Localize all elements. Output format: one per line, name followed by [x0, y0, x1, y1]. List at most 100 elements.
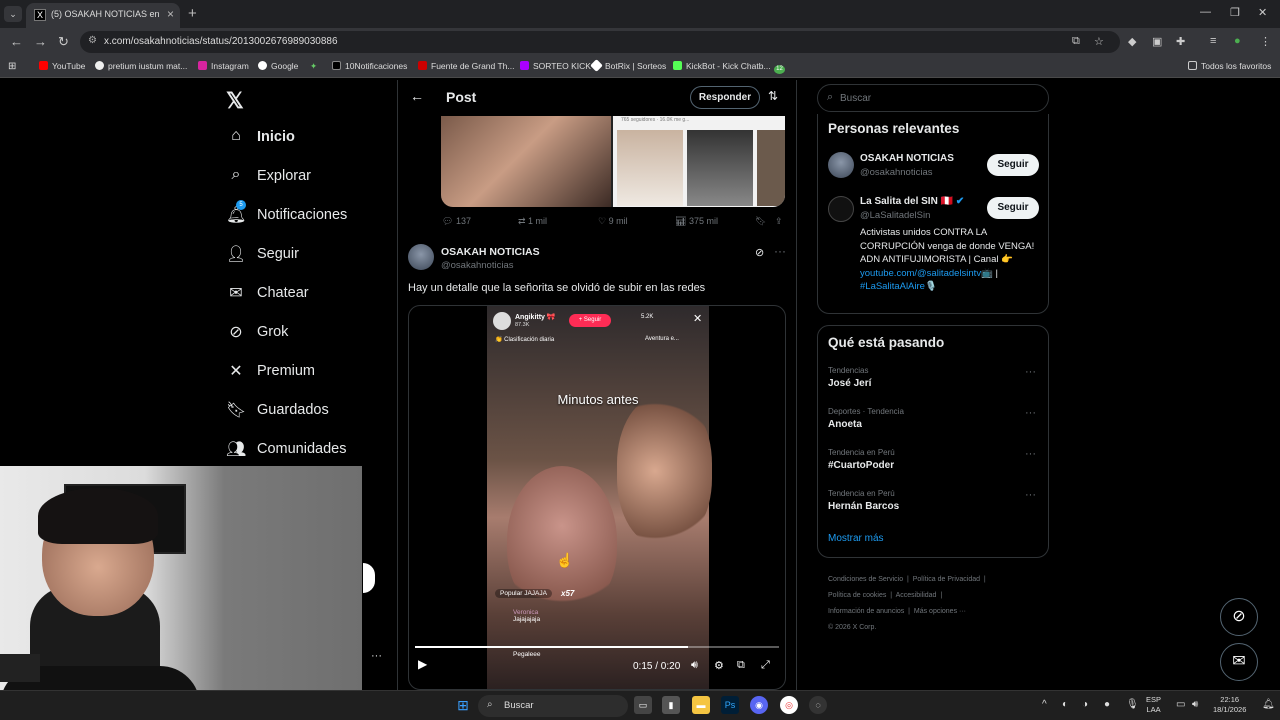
follow-button[interactable]: Seguir	[987, 154, 1039, 176]
discord-icon[interactable]: ◉	[750, 696, 768, 714]
tray-app-icon[interactable]: ◑	[1082, 699, 1088, 710]
notifications-icon[interactable]: 🔔︎	[1262, 699, 1275, 710]
person-handle[interactable]: @LaSalitadelSin	[860, 210, 930, 221]
sidebar-item-premium[interactable]: ✕ Premium	[226, 354, 406, 390]
back-button[interactable]: ←	[10, 34, 23, 49]
grok-icon[interactable]: ⊘	[755, 246, 764, 259]
trend-item[interactable]: Deportes · Tendencia Anoeta ···	[828, 407, 1038, 430]
reply-action[interactable]: 💬︎ 137	[442, 216, 471, 227]
extensions-puzzle-icon[interactable]: ✚	[1176, 35, 1185, 48]
x-logo-icon[interactable]: 𝕏	[226, 88, 244, 114]
bookmark-youtube[interactable]: YouTube	[39, 61, 85, 71]
star-icon[interactable]: ☆	[1094, 35, 1104, 48]
pip-icon[interactable]: ⧉	[737, 659, 745, 672]
trend-item[interactable]: Tendencia en Perú Hernán Barcos ···	[828, 489, 1038, 512]
close-window-button[interactable]: ✕	[1258, 6, 1267, 19]
volume-icon[interactable]: 🔊︎	[1192, 699, 1198, 710]
scroll-handle[interactable]	[363, 563, 375, 593]
media-image[interactable]	[441, 116, 611, 207]
footer-link[interactable]: Política de Privacidad	[913, 576, 980, 583]
sidebar-item-chatear[interactable]: ✉ Chatear	[226, 276, 406, 312]
profile-avatar[interactable]: ●	[1234, 35, 1241, 47]
bookmark-instagram[interactable]: Instagram	[198, 61, 249, 71]
tray-chevron-icon[interactable]: ^	[1042, 699, 1047, 710]
extension-icon[interactable]: ◆	[1128, 35, 1136, 48]
fullscreen-icon[interactable]: ⤢	[761, 659, 770, 672]
previous-post-media[interactable]: 765 seguidores · 16.0K me g...	[441, 116, 785, 207]
install-icon[interactable]: ⧉	[1072, 35, 1080, 48]
tray-app-icon[interactable]: ◐	[1062, 699, 1068, 710]
forward-button[interactable]: →	[34, 34, 47, 49]
close-tab-icon[interactable]: ×	[167, 7, 174, 21]
app-icon[interactable]: ◌	[809, 696, 827, 714]
author-name[interactable]: OSAKAH NOTICIAS	[441, 246, 540, 258]
restore-button[interactable]: ❐	[1230, 6, 1240, 19]
share-icon[interactable]: ⇪	[775, 216, 783, 227]
avatar[interactable]	[828, 196, 854, 222]
more-icon[interactable]: ···	[1025, 489, 1036, 501]
network-icon[interactable]: ▭	[1176, 699, 1185, 710]
more-icon[interactable]: ···	[1025, 366, 1036, 378]
bookmark-12[interactable]: 12	[774, 61, 789, 74]
media-image[interactable]: 765 seguidores · 16.0K me g...	[613, 116, 785, 207]
new-tab-button[interactable]: +	[188, 5, 197, 22]
video-progress-bar[interactable]	[415, 646, 779, 648]
bookmark-grand-theft[interactable]: Fuente de Grand Th...	[418, 61, 514, 71]
follow-button[interactable]: Seguir	[987, 197, 1039, 219]
tab-search-button[interactable]: ⌄	[4, 6, 22, 22]
taskbar-search[interactable]: ⌕ Buscar	[478, 695, 628, 717]
sidebar-item-notificaciones[interactable]: 🔔︎ 5 Notificaciones	[226, 198, 406, 234]
browser-menu-icon[interactable]: ⋮	[1260, 35, 1271, 48]
browser-tab[interactable]: X (5) OSAKAH NOTICIAS en X: "@ ×	[26, 3, 180, 28]
tray-app-icon[interactable]: ●	[1104, 699, 1110, 710]
footer-link[interactable]: Información de anuncios	[828, 608, 904, 615]
views-action[interactable]: 📊︎ 375 mil	[675, 216, 718, 227]
reply-button[interactable]: Responder	[690, 86, 760, 109]
reload-button[interactable]: ↻	[58, 34, 69, 50]
bookmark-icon[interactable]: 🔖︎	[755, 216, 766, 227]
bookmark-sorteo-kick[interactable]: SORTEO KICK	[520, 61, 591, 71]
sidebar-item-guardados[interactable]: 🔖︎ Guardados	[226, 393, 406, 429]
sidebar-item-seguir[interactable]: 👤︎ Seguir	[226, 237, 406, 273]
author-handle[interactable]: @osakahnoticias	[441, 260, 514, 271]
clock[interactable]: 22:16 18/1/2026	[1213, 695, 1246, 715]
language-indicator[interactable]: ESP LAA	[1146, 695, 1161, 715]
apps-icon[interactable]: ⊞	[8, 61, 16, 72]
microphone-icon[interactable]: 🎙︎	[1126, 699, 1139, 710]
sidebar-item-explorar[interactable]: ⌕ Explorar	[226, 159, 406, 195]
sidebar-item-grok[interactable]: ⊘ Grok	[226, 315, 406, 351]
file-explorer-icon[interactable]: ▬	[692, 696, 710, 714]
video-player[interactable]: Angikitty 🎀 87.3K + Seguir 5.2K ✕ 👏 Clas…	[408, 305, 786, 690]
sidebar-item-inicio[interactable]: ⌂ Inicio	[226, 120, 406, 156]
bio-link[interactable]: youtube.com/@salitadelsintv📺	[860, 268, 993, 279]
bookmark-icon-only[interactable]: ✦	[310, 61, 317, 72]
bookmark-pretium[interactable]: pretium iustum mat...	[95, 61, 187, 71]
footer-link[interactable]: Más opciones ···	[914, 608, 966, 615]
media-controls-icon[interactable]: ≡	[1210, 35, 1216, 47]
trend-item[interactable]: Tendencias José Jerí ···	[828, 366, 1038, 389]
minimize-button[interactable]: —	[1200, 6, 1211, 18]
settings-icon[interactable]: ⚙	[714, 659, 724, 672]
bookmark-kickbot[interactable]: KickBot - Kick Chatb...	[673, 61, 771, 71]
bio-hashtag[interactable]: #LaSalitaAlAire🎙️	[860, 281, 937, 292]
extension-icon[interactable]: ▣	[1152, 35, 1162, 48]
bookmark-10notificaciones[interactable]: 10Notificaciones	[332, 61, 407, 71]
bookmark-botrix[interactable]: BotRix | Sorteos	[590, 59, 666, 72]
person-name[interactable]: OSAKAH NOTICIAS	[860, 153, 954, 164]
person-handle[interactable]: @osakahnoticias	[860, 167, 933, 178]
show-more-link[interactable]: Mostrar más	[828, 533, 884, 544]
site-info-icon[interactable]: ⚙	[88, 35, 97, 46]
repost-action[interactable]: ⇄ 1 mil	[518, 216, 547, 227]
avatar[interactable]	[828, 152, 854, 178]
person-name[interactable]: La Salita del SIN 🇵🇪 ✔	[860, 196, 964, 207]
avatar[interactable]	[408, 244, 434, 270]
more-icon[interactable]: ···	[1025, 407, 1036, 419]
bookmark-google[interactable]: Google	[258, 61, 298, 71]
messages-fab-icon[interactable]: ✉	[1220, 643, 1258, 681]
all-bookmarks[interactable]: Todos los favoritos	[1188, 61, 1271, 71]
more-icon[interactable]: ···	[774, 244, 786, 258]
sidebar-item-comunidades[interactable]: 👥︎ Comunidades	[226, 432, 406, 468]
grok-fab-icon[interactable]: ⊘	[1220, 598, 1258, 636]
more-icon[interactable]: ···	[371, 650, 382, 662]
footer-link[interactable]: Accesibilidad	[896, 592, 937, 599]
